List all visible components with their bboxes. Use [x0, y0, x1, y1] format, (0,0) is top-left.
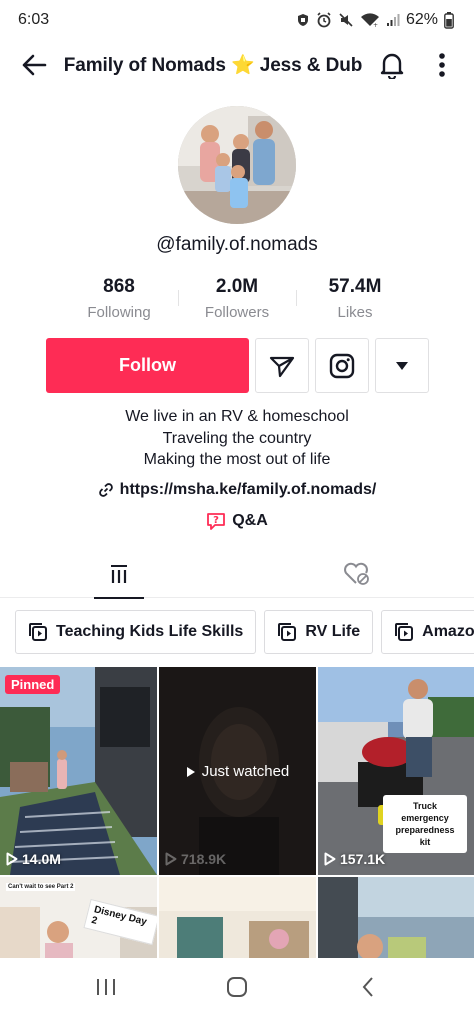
chevron-left-icon	[362, 977, 374, 997]
battery-percent: 62%	[405, 11, 438, 28]
video-thumbnail-image	[0, 667, 157, 875]
top-bar: Family of Nomads ⭐ Jess & Dub	[0, 42, 474, 88]
back-button[interactable]	[14, 45, 54, 85]
profile-actions: Follow	[46, 338, 429, 393]
stat-label: Following	[87, 304, 151, 321]
svg-text:?: ?	[213, 515, 219, 526]
bio-line: We live in an RV & homeschool	[125, 408, 349, 425]
playlist-label: Teaching Kids Life Skills	[56, 623, 244, 640]
video-thumbnail[interactable]: Just watched 718.9K	[159, 667, 316, 875]
more-vertical-icon	[439, 53, 445, 77]
status-icons: + 62%	[296, 11, 454, 29]
play-icon	[324, 852, 336, 866]
playlist-icon	[29, 623, 47, 641]
send-icon	[269, 356, 295, 377]
profile-link[interactable]: https://msha.ke/family.of.nomads/	[0, 481, 474, 499]
follow-button[interactable]: Follow	[46, 338, 249, 393]
video-caption-top: Can't wait to see Part 2	[6, 883, 76, 891]
playlist-chip[interactable]: Amazon Fi	[381, 610, 474, 654]
wifi-icon: +	[360, 12, 380, 28]
play-icon	[6, 852, 18, 866]
playlist-icon	[395, 623, 414, 641]
mute-icon	[338, 12, 354, 28]
playlist-label: RV Life	[305, 623, 361, 640]
video-grid: Pinned 14.0M Just watched 718.9K Truck e…	[0, 667, 474, 967]
qa-label: Q&A	[232, 512, 268, 529]
notification-bell-button[interactable]	[374, 45, 410, 85]
playlist-icon	[278, 623, 297, 641]
playlist-label: Amazon Fi	[422, 623, 474, 640]
video-thumbnail[interactable]	[159, 877, 316, 967]
bio-line: Traveling the country	[162, 429, 312, 447]
caret-down-icon	[396, 361, 408, 370]
system-nav-bar	[0, 958, 474, 1016]
shield-icon	[296, 13, 310, 27]
stat-following[interactable]: 868 Following	[60, 276, 178, 321]
profile-stats: 868 Following 2.0M Followers 57.4M Likes	[60, 276, 414, 321]
video-thumbnail[interactable]: Truck emergency preparedness kit 157.1K	[318, 667, 474, 875]
battery-icon	[444, 11, 454, 29]
play-filled-icon	[186, 766, 195, 777]
arrow-left-icon	[22, 54, 47, 76]
svg-text:+: +	[373, 22, 378, 28]
video-thumbnail-image	[318, 877, 474, 967]
more-options-button[interactable]	[424, 45, 460, 85]
playlist-chip[interactable]: RV Life	[264, 610, 374, 654]
profile-bio: We live in an RV & homeschool Traveling …	[0, 406, 474, 471]
recent-apps-icon	[96, 979, 115, 995]
view-count-text: 14.0M	[22, 851, 61, 867]
profile-tabs	[0, 550, 474, 599]
just-watched-text: Just watched	[201, 763, 290, 780]
video-thumbnail-image	[159, 877, 316, 967]
stat-label: Likes	[337, 304, 373, 321]
link-text: https://msha.ke/family.of.nomads/	[119, 481, 377, 498]
video-caption: Truck emergency preparedness kit	[383, 795, 467, 853]
message-button[interactable]	[255, 338, 309, 393]
page-title: Family of Nomads ⭐ Jess & Dub	[63, 55, 363, 76]
stat-label: Followers	[204, 304, 270, 321]
video-thumbnail[interactable]	[318, 877, 474, 967]
playlist-chip[interactable]: Teaching Kids Life Skills	[15, 610, 257, 654]
tab-liked[interactable]	[237, 550, 474, 598]
video-thumbnail[interactable]: Pinned 14.0M	[0, 667, 157, 875]
play-icon	[165, 852, 177, 866]
bio-line: Making the most out of life	[143, 451, 331, 468]
view-count: 718.9K	[165, 851, 226, 867]
bell-icon	[380, 53, 404, 79]
video-thumbnail[interactable]: Can't wait to see Part 2 Disney Day 2	[0, 877, 157, 967]
stat-followers[interactable]: 2.0M Followers	[178, 276, 296, 321]
home-icon	[226, 977, 247, 997]
tab-videos[interactable]	[0, 550, 237, 599]
hidden-heart-icon	[343, 562, 369, 585]
status-bar: 6:03 + 62%	[0, 0, 474, 40]
stat-value: 2.0M	[215, 276, 259, 297]
view-count-text: 718.9K	[181, 851, 227, 867]
recent-apps-button[interactable]	[86, 967, 126, 1007]
signal-icon	[386, 13, 400, 27]
stat-value: 868	[103, 276, 135, 297]
username: @family.of.nomads	[156, 234, 318, 255]
home-button[interactable]	[217, 967, 257, 1007]
alarm-icon	[316, 12, 332, 28]
view-count: 14.0M	[6, 851, 61, 867]
avatar[interactable]	[178, 106, 296, 224]
grid-bars-icon	[110, 565, 127, 583]
stat-value: 57.4M	[328, 276, 382, 297]
playlist-row: Teaching Kids Life Skills RV Life Amazon…	[15, 610, 474, 654]
dropdown-button[interactable]	[375, 338, 429, 393]
system-back-button[interactable]	[348, 967, 388, 1007]
stat-likes[interactable]: 57.4M Likes	[296, 276, 414, 321]
pinned-badge: Pinned	[5, 675, 61, 694]
view-count: 157.1K	[324, 851, 385, 867]
link-icon	[98, 483, 113, 497]
qa-icon: ?	[207, 513, 226, 530]
instagram-icon	[329, 353, 355, 378]
just-watched-overlay: Just watched	[159, 763, 316, 780]
instagram-button[interactable]	[315, 338, 369, 393]
view-count-text: 157.1K	[340, 851, 386, 867]
status-time: 6:03	[18, 11, 50, 28]
qa-link[interactable]: ? Q&A	[0, 511, 474, 531]
